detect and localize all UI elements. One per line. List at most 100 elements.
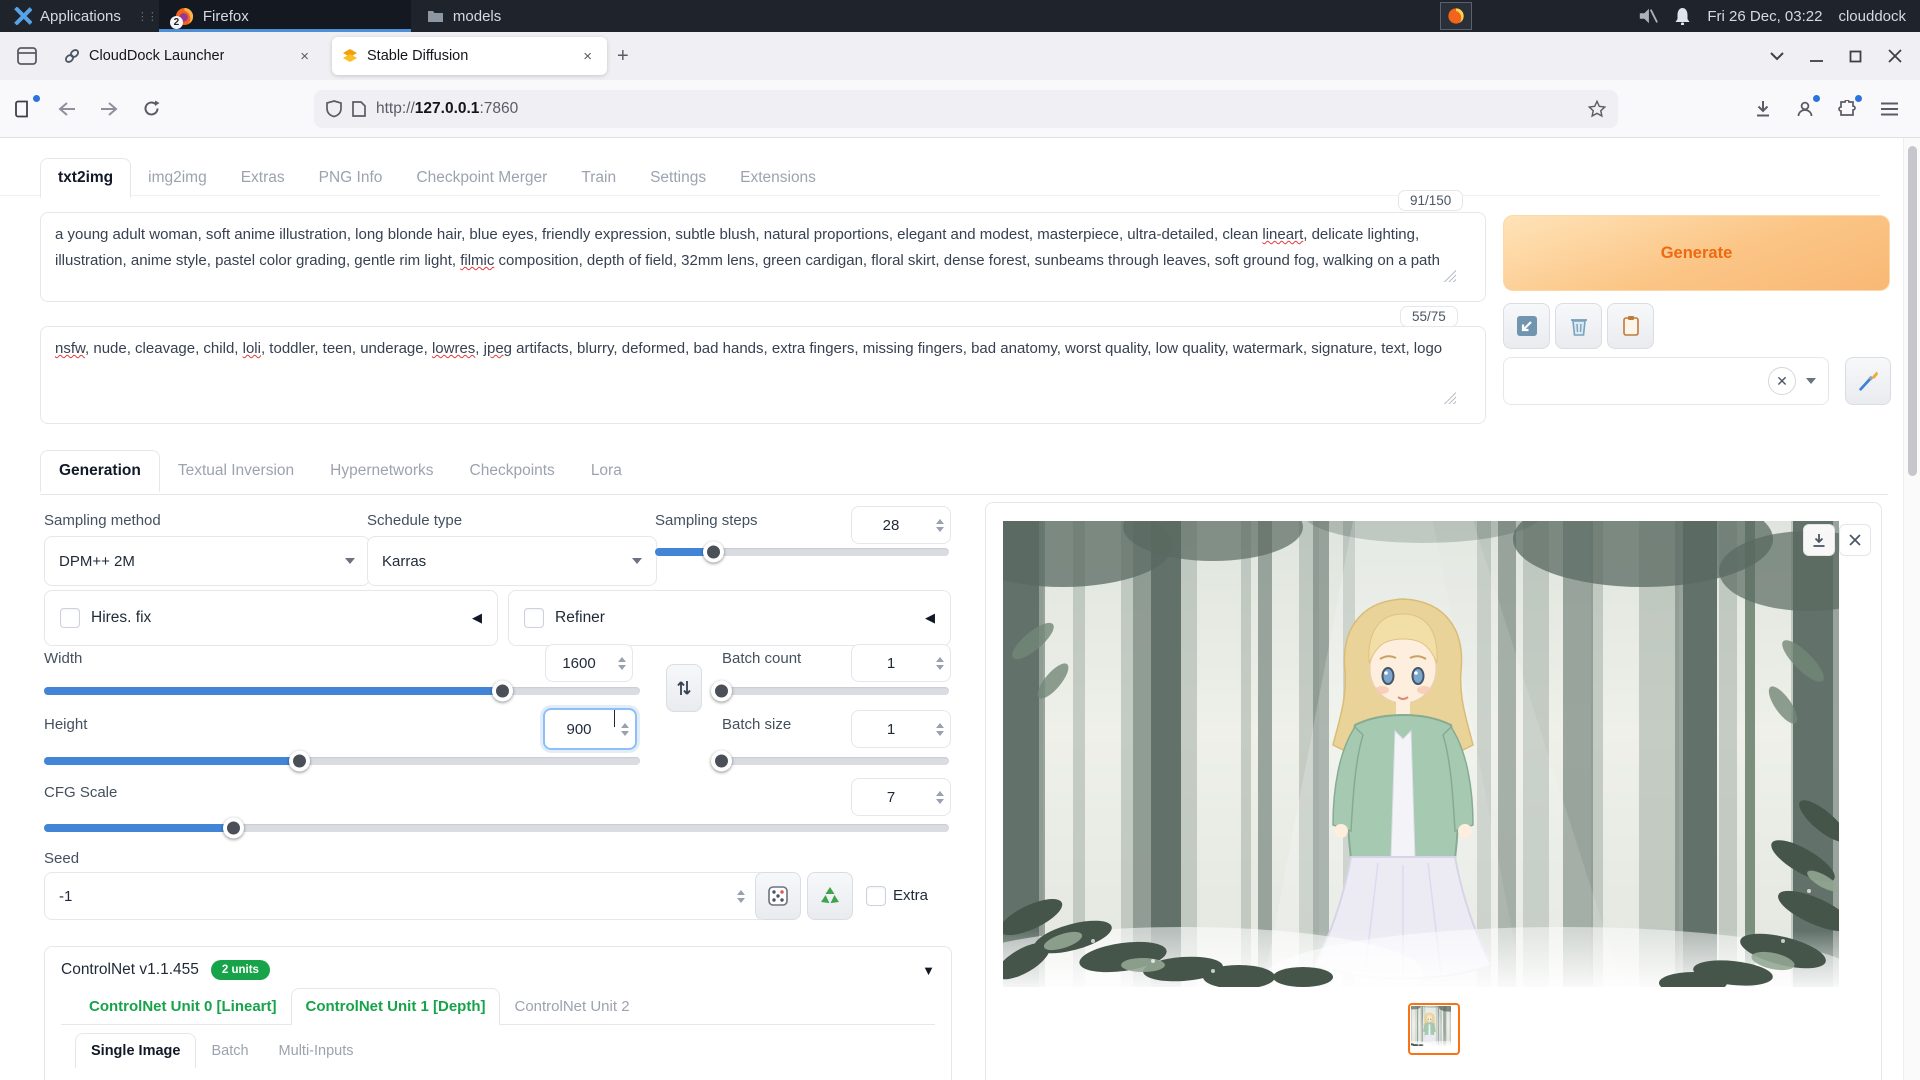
collapse-left-icon[interactable]: ◀ (925, 610, 935, 626)
stepper-arrows[interactable] (612, 645, 632, 681)
seed-input[interactable]: -1 (44, 872, 766, 920)
sampling-steps-slider[interactable] (655, 548, 949, 556)
taskbar-item-firefox[interactable]: 2 Firefox (159, 0, 411, 32)
chevron-down-icon[interactable] (1806, 378, 1816, 384)
page-info-icon[interactable] (352, 101, 366, 117)
taskbar-item-models[interactable]: models (411, 0, 663, 32)
bookmark-star-icon[interactable] (1588, 100, 1606, 118)
url-text[interactable]: http://127.0.0.1:7860 (376, 100, 1578, 118)
tab-lora[interactable]: Lora (573, 451, 640, 491)
generated-image[interactable] (1003, 521, 1839, 987)
refiner-panel[interactable]: Refiner ◀ (508, 590, 951, 646)
slider-thumb[interactable] (492, 681, 513, 702)
sampling-method-select[interactable]: DPM++ 2M (44, 536, 370, 586)
cfg-scale-slider[interactable] (44, 824, 949, 832)
refiner-checkbox[interactable] (524, 608, 544, 628)
back-button[interactable] (50, 92, 84, 126)
tab-controlnet-unit-1[interactable]: ControlNet Unit 1 [Depth] (291, 988, 501, 1025)
applications-menu[interactable]: Applications (0, 0, 135, 32)
generate-button[interactable]: Generate (1503, 215, 1890, 291)
tab-generation[interactable]: Generation (40, 450, 160, 492)
slider-thumb[interactable] (711, 751, 732, 772)
tab-stable-diffusion[interactable]: Stable Diffusion × (332, 37, 607, 75)
controlnet-header[interactable]: ControlNet v1.1.455 2 units ▼ (45, 947, 951, 986)
batch-count-slider[interactable] (722, 687, 949, 695)
paste-params-button[interactable] (1503, 303, 1550, 349)
height-input[interactable]: 900 (543, 708, 637, 750)
slider-thumb[interactable] (703, 542, 724, 563)
textarea-resize-handle[interactable] (1444, 270, 1456, 282)
reuse-seed-button[interactable] (807, 872, 853, 920)
swap-dimensions-button[interactable] (666, 664, 702, 712)
list-all-tabs-icon[interactable] (1770, 52, 1784, 61)
stepper-arrows[interactable] (930, 645, 950, 681)
tab-extensions[interactable]: Extensions (723, 159, 833, 197)
collapse-down-icon[interactable]: ▼ (922, 963, 935, 978)
sampling-steps-input[interactable]: 28 (851, 506, 951, 544)
downloads-icon[interactable] (1746, 92, 1780, 126)
notification-bell-icon[interactable] (1674, 7, 1691, 25)
stepper-arrows[interactable] (615, 710, 635, 748)
random-seed-button[interactable] (755, 872, 801, 920)
tab-checkpoint-merger[interactable]: Checkpoint Merger (399, 159, 564, 197)
slider-thumb[interactable] (711, 681, 732, 702)
stepper-arrows[interactable] (930, 507, 950, 543)
tab-close-icon[interactable]: × (578, 46, 597, 67)
clear-prompt-button[interactable] (1555, 303, 1602, 349)
width-slider[interactable] (44, 687, 640, 695)
hires-fix-checkbox[interactable] (60, 608, 80, 628)
tab-close-icon[interactable]: × (295, 46, 314, 67)
account-icon[interactable] (1788, 92, 1822, 126)
menu-hamburger-icon[interactable] (1872, 92, 1906, 126)
batch-size-input[interactable]: 1 (851, 710, 951, 748)
session-user[interactable]: clouddock (1838, 8, 1906, 25)
tray-firefox-icon[interactable] (1440, 2, 1472, 30)
stepper-arrows[interactable] (731, 890, 751, 903)
gallery-thumbnail-selected[interactable] (1408, 1003, 1460, 1055)
width-input[interactable]: 1600 (545, 644, 633, 682)
slider-thumb[interactable] (289, 751, 310, 772)
styles-dropdown[interactable]: ✕ (1503, 357, 1829, 405)
tab-png-info[interactable]: PNG Info (302, 159, 400, 197)
maximize-icon[interactable] (1849, 50, 1862, 63)
tab-clouddock-launcher[interactable]: CloudDock Launcher × (54, 37, 324, 75)
close-window-icon[interactable] (1888, 49, 1902, 63)
hires-fix-panel[interactable]: Hires. fix ◀ (44, 590, 498, 646)
tab-extras[interactable]: Extras (224, 159, 302, 197)
tab-batch[interactable]: Batch (196, 1034, 263, 1068)
stepper-arrows[interactable] (930, 779, 950, 815)
reload-button[interactable] (134, 92, 168, 126)
edit-styles-button[interactable] (1845, 357, 1891, 405)
tab-img2img[interactable]: img2img (131, 159, 224, 197)
audio-muted-icon[interactable] (1638, 7, 1658, 25)
extra-seed-checkbox[interactable] (866, 886, 886, 906)
schedule-type-select[interactable]: Karras (367, 536, 657, 586)
tab-textual-inversion[interactable]: Textual Inversion (160, 451, 312, 491)
scrollbar-thumb[interactable] (1908, 146, 1917, 476)
tab-controlnet-unit-0[interactable]: ControlNet Unit 0 [Lineart] (75, 989, 291, 1024)
tab-settings[interactable]: Settings (633, 159, 723, 197)
slider-thumb[interactable] (223, 818, 244, 839)
tab-single-image[interactable]: Single Image (75, 1033, 196, 1068)
extensions-icon[interactable] (1830, 92, 1864, 126)
collapse-left-icon[interactable]: ◀ (472, 610, 482, 626)
batch-count-input[interactable]: 1 (851, 644, 951, 682)
clear-selection-icon[interactable]: ✕ (1768, 367, 1796, 395)
batch-size-slider[interactable] (722, 757, 949, 765)
negative-prompt-textarea[interactable]: nsfw, nude, cleavage, child, loli, toddl… (40, 326, 1486, 424)
tab-controlnet-unit-2[interactable]: ControlNet Unit 2 (500, 989, 643, 1024)
forward-button[interactable] (92, 92, 126, 126)
apply-styles-button[interactable] (1607, 303, 1654, 349)
tab-multi-inputs[interactable]: Multi-Inputs (264, 1034, 369, 1068)
stepper-arrows[interactable] (930, 711, 950, 747)
tab-train[interactable]: Train (564, 159, 633, 197)
url-bar[interactable]: http://127.0.0.1:7860 (314, 90, 1618, 128)
shield-icon[interactable] (326, 100, 342, 118)
new-tab-button[interactable]: + (607, 43, 639, 70)
textarea-resize-handle[interactable] (1444, 392, 1456, 404)
height-slider[interactable] (44, 757, 640, 765)
download-image-button[interactable] (1803, 524, 1835, 556)
minimize-icon[interactable] (1810, 50, 1823, 63)
firefox-view-icon[interactable] (10, 39, 44, 73)
close-image-button[interactable] (1839, 524, 1871, 556)
